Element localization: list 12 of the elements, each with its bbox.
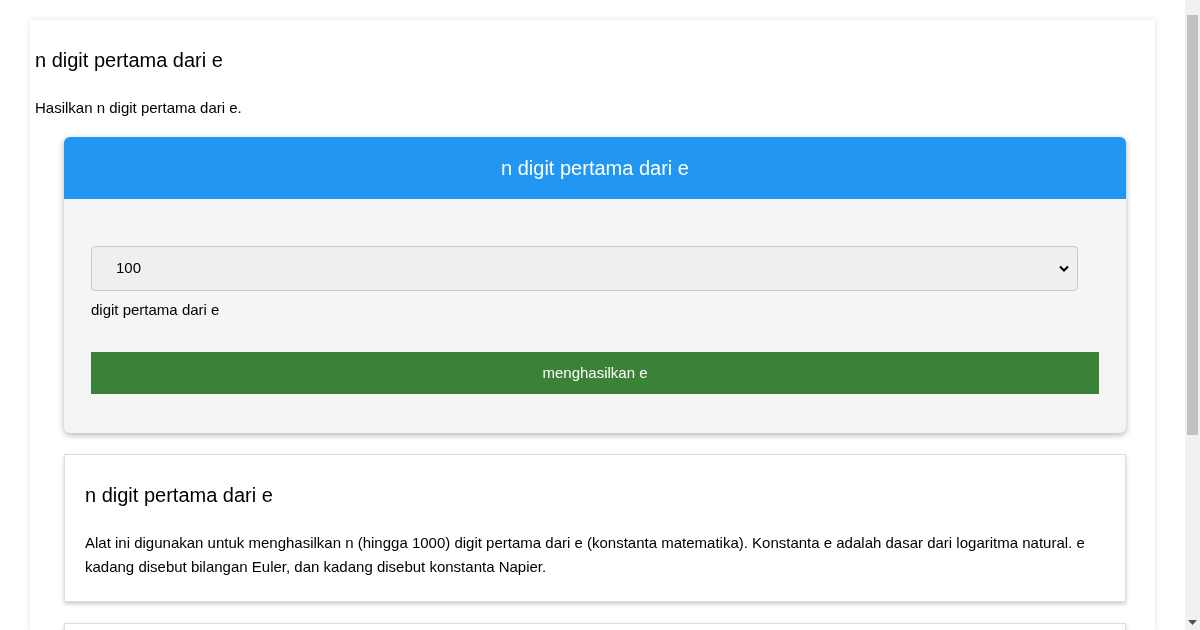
tool-title: n digit pertama dari e: [501, 156, 689, 181]
info-title: n digit pertama dari e: [85, 483, 274, 507]
scroll-down-icon[interactable]: [1188, 620, 1197, 625]
digit-count-select[interactable]: 100: [91, 246, 1078, 291]
scrollbar[interactable]: [1185, 0, 1200, 630]
page-title: n digit pertama dari e: [35, 48, 224, 72]
select-label: digit pertama dari e: [91, 301, 221, 319]
chevron-down-icon: [1059, 265, 1069, 272]
intro-text: Hasilkan n digit pertama dari e.: [35, 99, 243, 117]
scrollbar-thumb[interactable]: [1187, 15, 1198, 435]
generate-button[interactable]: menghasilkan e: [91, 352, 1099, 394]
info-text: Alat ini digunakan untuk menghasilkan n (hingga 1000) digit pertama dari e (konstanta matematika). Konstanta e adalah dasar dari logaritma natural. e kadang disebut bilangan Euler, dan kadang disebut konstanta Napier.: [85, 533, 1086, 577]
